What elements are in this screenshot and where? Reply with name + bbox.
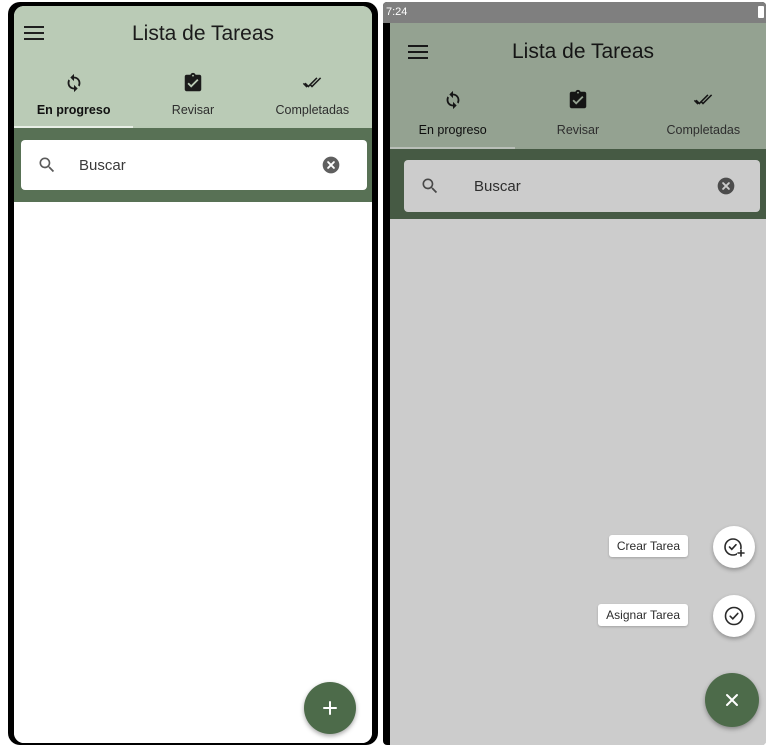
assign-task-button[interactable] xyxy=(713,595,755,637)
tab-completadas[interactable]: Completadas xyxy=(253,66,372,128)
search-box xyxy=(21,140,367,190)
phone-frame-left: Lista de Tareas En progreso Revisar Comp… xyxy=(8,2,378,745)
speed-dial-create: Crear Tarea xyxy=(390,526,766,568)
overlay-scrim[interactable] xyxy=(390,23,766,745)
tab-label-en-progreso: En progreso xyxy=(36,103,111,117)
add-task-fab[interactable] xyxy=(304,682,356,734)
clear-icon[interactable] xyxy=(321,155,341,175)
search-icon xyxy=(39,157,55,173)
phone-frame-right: 7:24 Lista de Tareas En progreso Revisar… xyxy=(383,2,766,745)
app-title: Lista de Tareas xyxy=(131,22,275,45)
close-speed-dial-fab[interactable] xyxy=(705,673,759,727)
create-task-button[interactable] xyxy=(713,526,755,568)
task-list xyxy=(14,202,372,743)
check-circle-icon xyxy=(724,606,744,626)
screen-left: Lista de Tareas En progreso Revisar Comp… xyxy=(14,6,372,743)
tab-revisar[interactable]: Revisar xyxy=(133,66,252,128)
assign-task-label[interactable]: Asignar Tarea xyxy=(598,604,688,626)
battery-icon xyxy=(758,6,764,18)
create-task-label[interactable]: Crear Tarea xyxy=(608,535,688,557)
sync-icon xyxy=(67,73,81,93)
status-bar: 7:24 xyxy=(383,2,766,23)
search-input[interactable] xyxy=(79,140,279,190)
clipboard-check-icon xyxy=(184,72,202,92)
tab-en-progreso[interactable]: En progreso xyxy=(14,66,134,128)
plus-icon xyxy=(323,701,337,715)
status-time: 7:24 xyxy=(386,6,408,18)
speed-dial-assign: Asignar Tarea xyxy=(390,595,766,637)
close-icon xyxy=(726,694,738,706)
tab-label-completadas: Completadas xyxy=(275,103,350,117)
double-check-icon xyxy=(303,77,322,88)
search-band xyxy=(14,128,372,202)
screen-right: Lista de Tareas En progreso Revisar Comp… xyxy=(390,23,766,745)
add-task-icon xyxy=(724,538,745,557)
app-bar: Lista de Tareas En progreso Revisar Comp… xyxy=(14,6,372,128)
tab-bar: En progreso Revisar Completadas xyxy=(14,66,372,128)
tab-label-revisar: Revisar xyxy=(171,103,215,117)
canvas: Lista de Tareas En progreso Revisar Comp… xyxy=(0,0,769,747)
